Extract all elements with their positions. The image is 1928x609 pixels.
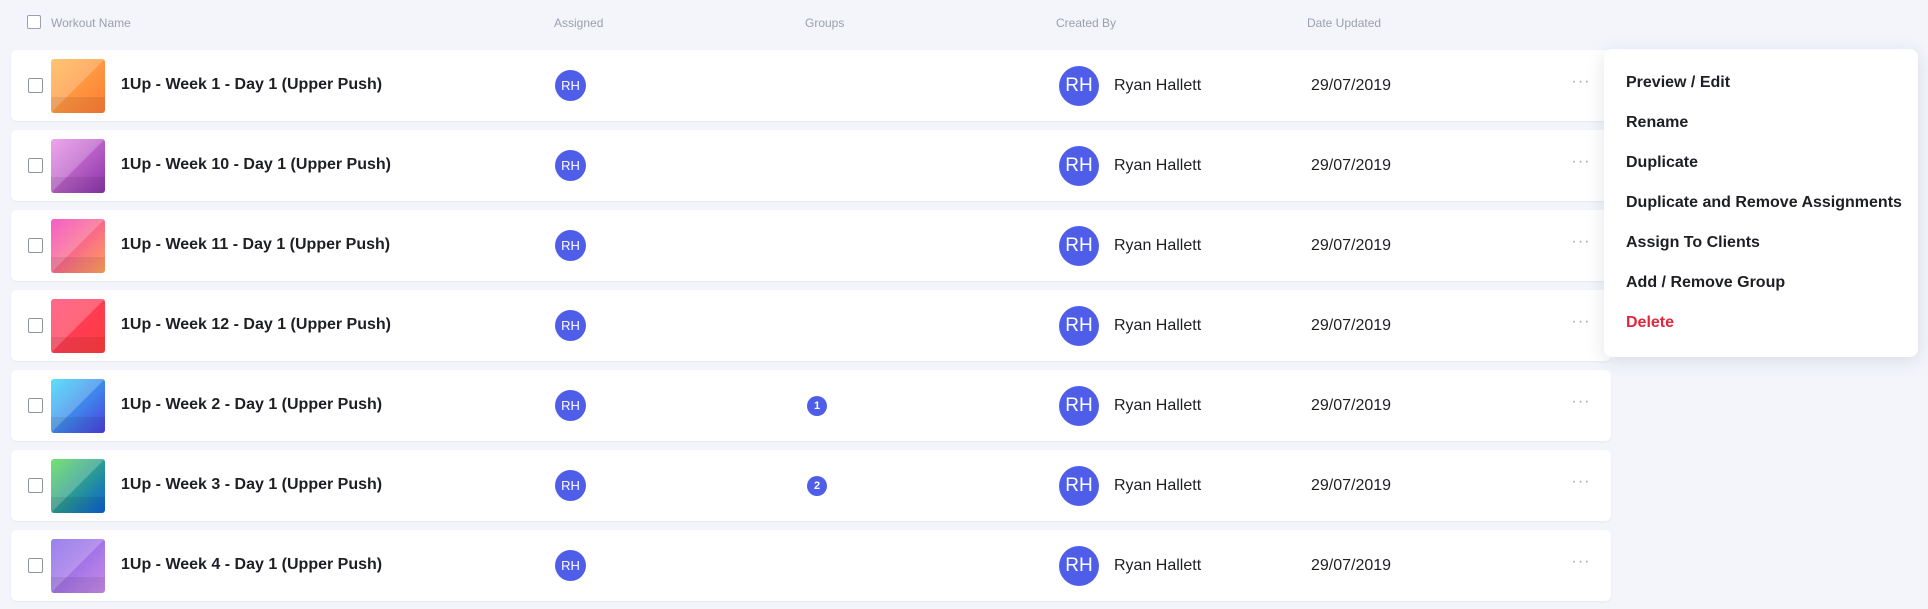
creator-avatar: RH [1059,546,1099,586]
column-header-created-by[interactable]: Created By [1056,16,1116,30]
more-horizontal-icon[interactable]: ··· [1571,74,1591,94]
workout-thumbnail [51,379,105,433]
thumbnail-band [51,97,105,113]
groups-count-badge[interactable]: 2 [807,476,827,496]
row-checkbox[interactable] [28,78,43,93]
menu-item-rename[interactable]: Rename [1626,114,1688,132]
creator-avatar: RH [1059,386,1099,426]
date-updated: 29/07/2019 [1311,317,1392,334]
menu-item-duplicate[interactable]: Duplicate [1626,154,1698,172]
more-horizontal-icon[interactable]: ··· [1571,234,1591,254]
thumbnail-band [51,497,105,513]
menu-item-preview-edit[interactable]: Preview / Edit [1626,74,1730,92]
table-row[interactable]: 1Up - Week 10 - Day 1 (Upper Push) RH RH Ry… [11,130,1611,201]
thumbnail-band [51,417,105,433]
row-checkbox[interactable] [28,398,43,413]
menu-item-assign-to-clients[interactable]: Assign To Clients [1626,234,1760,252]
date-updated: 29/07/2019 [1311,557,1392,574]
table-row[interactable]: 1Up - Week 12 - Day 1 (Upper Push) RH RH Ry… [11,290,1611,361]
workout-name[interactable]: 1Up - Week 12 - Day 1 (Upper Push) [121,316,391,334]
thumbnail-band [51,337,105,353]
column-header-groups[interactable]: Groups [805,16,844,30]
more-horizontal-icon[interactable]: ··· [1571,314,1591,334]
date-updated: 29/07/2019 [1311,397,1392,414]
created-by-name: Ryan Hallett [1114,77,1202,94]
thumbnail-band [51,177,105,193]
created-by-name: Ryan Hallett [1114,477,1202,494]
select-all-checkbox[interactable] [27,15,41,29]
assigned-avatar[interactable]: RH [555,230,586,261]
created-by-name: Ryan Hallett [1114,397,1202,414]
menu-item-duplicate-and-remove-assignments[interactable]: Duplicate and Remove Assignments [1626,194,1902,212]
assigned-avatar[interactable]: RH [555,390,586,421]
column-header-date-updated[interactable]: Date Updated [1307,16,1381,30]
workout-name[interactable]: 1Up - Week 11 - Day 1 (Upper Push) [121,236,390,254]
workout-thumbnail [51,459,105,513]
assigned-avatar[interactable]: RH [555,70,586,101]
table-row[interactable]: 1Up - Week 11 - Day 1 (Upper Push) RH RH Ry… [11,210,1611,281]
table-header: Workout Name Assigned Groups Created By … [0,0,1612,46]
row-checkbox[interactable] [28,478,43,493]
more-horizontal-icon[interactable]: ··· [1571,554,1591,574]
assigned-avatar[interactable]: RH [555,310,586,341]
creator-avatar: RH [1059,466,1099,506]
row-checkbox[interactable] [28,318,43,333]
creator-avatar: RH [1059,66,1099,106]
table-row[interactable]: 1Up - Week 1 - Day 1 (Upper Push) RH RH Rya… [11,50,1611,121]
date-updated: 29/07/2019 [1311,237,1392,254]
table-row[interactable]: 1Up - Week 2 - Day 1 (Upper Push) RH 1 RH Ry… [11,370,1611,441]
assigned-avatar[interactable]: RH [555,550,586,581]
assigned-avatar[interactable]: RH [555,150,586,181]
date-updated: 29/07/2019 [1311,157,1392,174]
menu-item-delete[interactable]: Delete [1626,314,1674,332]
workout-name[interactable]: 1Up - Week 3 - Day 1 (Upper Push) [121,476,382,494]
table-row[interactable]: 1Up - Week 3 - Day 1 (Upper Push) RH 2 RH Ry… [11,450,1611,521]
date-updated: 29/07/2019 [1311,477,1392,494]
workout-name[interactable]: 1Up - Week 1 - Day 1 (Upper Push) [121,76,382,94]
workout-thumbnail [51,139,105,193]
column-header-workout-name[interactable]: Workout Name [51,16,131,30]
assigned-avatar[interactable]: RH [555,470,586,501]
more-horizontal-icon[interactable]: ··· [1571,154,1591,174]
workout-thumbnail [51,539,105,593]
thumbnail-band [51,577,105,593]
creator-avatar: RH [1059,226,1099,266]
more-horizontal-icon[interactable]: ··· [1571,394,1591,414]
thumbnail-band [51,257,105,273]
workout-thumbnail [51,299,105,353]
row-checkbox[interactable] [28,558,43,573]
workout-thumbnail [51,219,105,273]
groups-count-badge[interactable]: 1 [807,396,827,416]
creator-avatar: RH [1059,306,1099,346]
created-by-name: Ryan Hallett [1114,237,1202,254]
creator-avatar: RH [1059,146,1099,186]
row-checkbox[interactable] [28,238,43,253]
workout-name[interactable]: 1Up - Week 2 - Day 1 (Upper Push) [121,396,382,414]
workout-thumbnail [51,59,105,113]
created-by-name: Ryan Hallett [1114,157,1202,174]
table-row[interactable]: 1Up - Week 4 - Day 1 (Upper Push) RH RH Rya… [11,530,1611,601]
workout-name[interactable]: 1Up - Week 10 - Day 1 (Upper Push) [121,156,391,174]
created-by-name: Ryan Hallett [1114,317,1202,334]
column-header-assigned[interactable]: Assigned [554,16,603,30]
row-checkbox[interactable] [28,158,43,173]
menu-item-add-remove-group[interactable]: Add / Remove Group [1626,274,1785,292]
workout-name[interactable]: 1Up - Week 4 - Day 1 (Upper Push) [121,556,382,574]
more-horizontal-icon[interactable]: ··· [1571,474,1591,494]
date-updated: 29/07/2019 [1311,77,1392,94]
created-by-name: Ryan Hallett [1114,557,1202,574]
row-context-menu: Preview / Edit Rename Duplicate Duplicate a… [1604,49,1918,357]
